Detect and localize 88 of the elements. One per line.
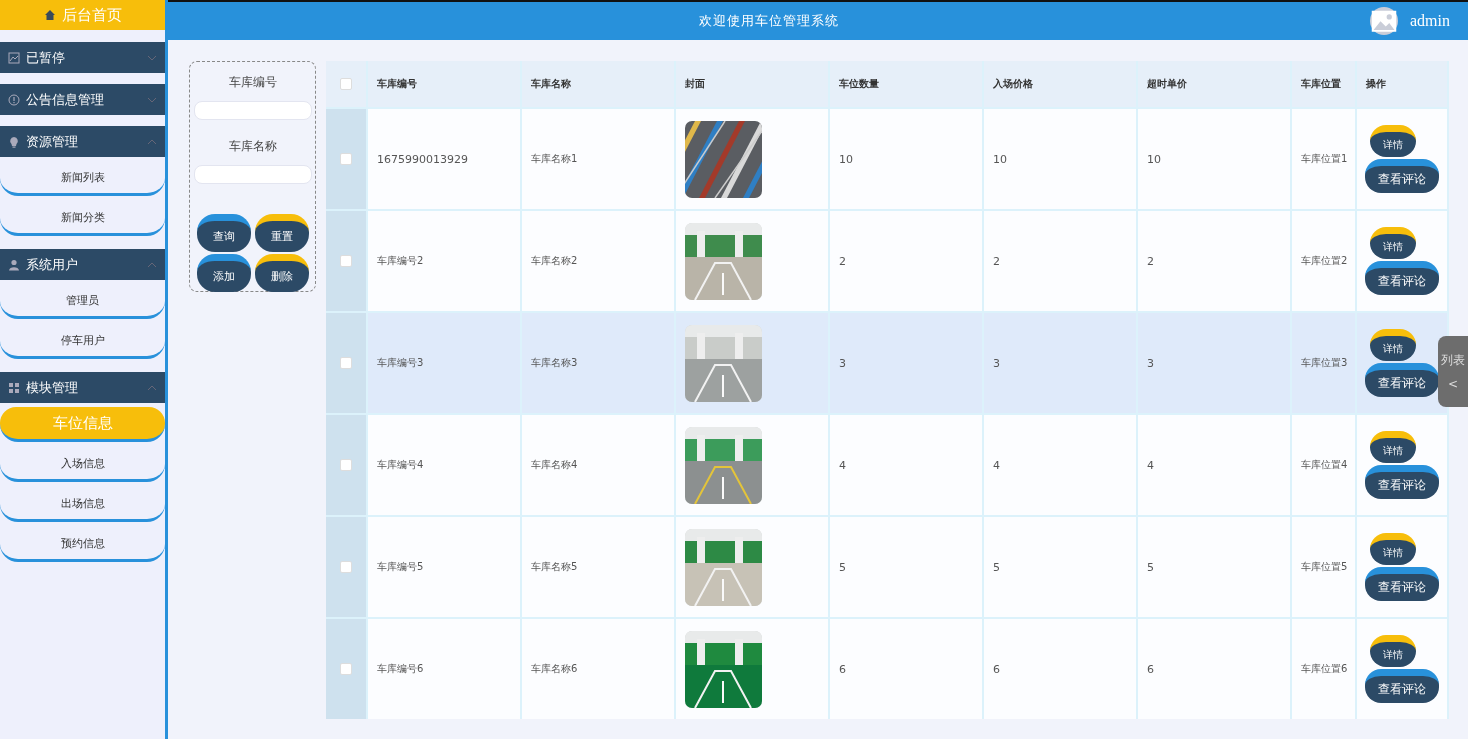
image-icon	[1370, 8, 1398, 34]
checkbox[interactable]	[340, 663, 352, 675]
action-button[interactable]: 查看评论	[1365, 261, 1439, 295]
field-label: 车库名称	[228, 138, 277, 155]
table-cell: 10	[830, 107, 984, 209]
chevron-icon	[147, 138, 157, 145]
action-button[interactable]: 详情	[1370, 431, 1416, 463]
page-title: 欢迎使用车位管理系统	[698, 12, 840, 30]
table-cell: 车库名称5	[522, 515, 676, 617]
table-cell: 4	[984, 413, 1138, 515]
table-cell: 2	[830, 209, 984, 311]
table-cell: 10	[1138, 107, 1292, 209]
checkbox[interactable]	[340, 153, 352, 165]
table-cell: 6	[984, 617, 1138, 719]
action-button[interactable]: 详情	[1370, 533, 1416, 565]
field-label: 车库编号	[228, 74, 277, 91]
table-cell: 车库位置1	[1292, 107, 1357, 209]
table-cell: 车库名称4	[522, 413, 676, 515]
table-cell: 5	[984, 515, 1138, 617]
menu-group[interactable]: 已暂停	[0, 42, 165, 73]
chevron-icon	[147, 96, 157, 103]
table-cell: 3	[830, 311, 984, 413]
table-cell: 10	[984, 107, 1138, 209]
action-button[interactable]: 详情	[1370, 329, 1416, 361]
action-button[interactable]: 查看评论	[1365, 567, 1439, 601]
action-button[interactable]: 详情	[1370, 635, 1416, 667]
table-row[interactable]: 车库编号4 车库名称4 4 4 4 车库位置4 详情 查看评论	[326, 413, 1449, 515]
checkbox[interactable]	[340, 459, 352, 471]
table-cell: 4	[1138, 413, 1292, 515]
info-icon	[8, 93, 20, 106]
menu-group[interactable]: 资源管理	[0, 126, 165, 157]
action-button[interactable]: 删除	[254, 254, 309, 292]
action-button[interactable]: 查看评论	[1365, 465, 1439, 499]
table-cell: 车库位置3	[1292, 311, 1357, 413]
table-cell: 车库位置4	[1292, 413, 1357, 515]
checkbox[interactable]	[340, 78, 352, 90]
menu-group[interactable]: 模块管理	[0, 372, 165, 403]
table-cell: 车库编号6	[368, 617, 522, 719]
action-button[interactable]: 查询	[196, 214, 251, 252]
action-button[interactable]: 详情	[1370, 227, 1416, 259]
table-cell: 车库位置5	[1292, 515, 1357, 617]
avatar[interactable]	[1370, 7, 1398, 35]
table-cell: 5	[1138, 515, 1292, 617]
menu-group[interactable]: 系统用户	[0, 249, 165, 280]
home-icon	[43, 9, 56, 21]
user-icon	[8, 258, 20, 271]
checkbox[interactable]	[340, 561, 352, 573]
action-button[interactable]: 添加	[196, 254, 251, 292]
table-cell: 车库编号2	[368, 209, 522, 311]
table-cell: 车库位置6	[1292, 617, 1357, 719]
chevron-icon	[147, 261, 157, 268]
table-cell: 车库位置2	[1292, 209, 1357, 311]
input-field[interactable]	[193, 165, 312, 184]
table-cell: 车库编号3	[368, 311, 522, 413]
action-button[interactable]: 查看评论	[1365, 159, 1439, 193]
table-cell: 车库编号5	[368, 515, 522, 617]
table-cell: 车库名称3	[522, 311, 676, 413]
table-cell: 车库编号4	[368, 413, 522, 515]
action-button[interactable]: 查看评论	[1365, 363, 1439, 397]
table-cell: 车库名称6	[522, 617, 676, 719]
grid-icon	[8, 381, 20, 394]
image-icon	[8, 51, 20, 64]
table-row[interactable]: 车库编号5 车库名称5 5 5 5 车库位置5 详情 查看评论	[326, 515, 1449, 617]
checkbox[interactable]	[340, 357, 352, 369]
table-row[interactable]: 1675990013929 车库名称1 10 10 10 车库位置1 详情 查看评论	[326, 107, 1449, 209]
bulb-icon	[8, 135, 20, 148]
side-tab[interactable]: 列表 <	[1438, 336, 1468, 407]
table-cell: 6	[830, 617, 984, 719]
action-button[interactable]: 详情	[1370, 125, 1416, 157]
table-cell: 4	[830, 413, 984, 515]
table-row[interactable]: 车库编号6 车库名称6 6 6 6 车库位置6 详情 查看评论	[326, 617, 1449, 719]
table-cell: 车库名称2	[522, 209, 676, 311]
chevron-icon	[147, 54, 157, 61]
menu-group[interactable]: 公告信息管理	[0, 84, 165, 115]
input-field[interactable]	[193, 101, 312, 120]
table-cell: 2	[984, 209, 1138, 311]
table-row[interactable]: 车库编号2 车库名称2 2 2 2 车库位置2 详情 查看评论	[326, 209, 1449, 311]
table-cell: 6	[1138, 617, 1292, 719]
table-cell: 2	[1138, 209, 1292, 311]
action-button[interactable]: 重置	[254, 214, 309, 252]
table-cell: 5	[830, 515, 984, 617]
table-cell: 3	[1138, 311, 1292, 413]
table-cell: 1675990013929	[368, 107, 522, 209]
action-button[interactable]: 查看评论	[1365, 669, 1439, 703]
table-cell: 3	[984, 311, 1138, 413]
checkbox[interactable]	[340, 255, 352, 267]
table-cell: 车库名称1	[522, 107, 676, 209]
chevron-icon	[147, 384, 157, 391]
